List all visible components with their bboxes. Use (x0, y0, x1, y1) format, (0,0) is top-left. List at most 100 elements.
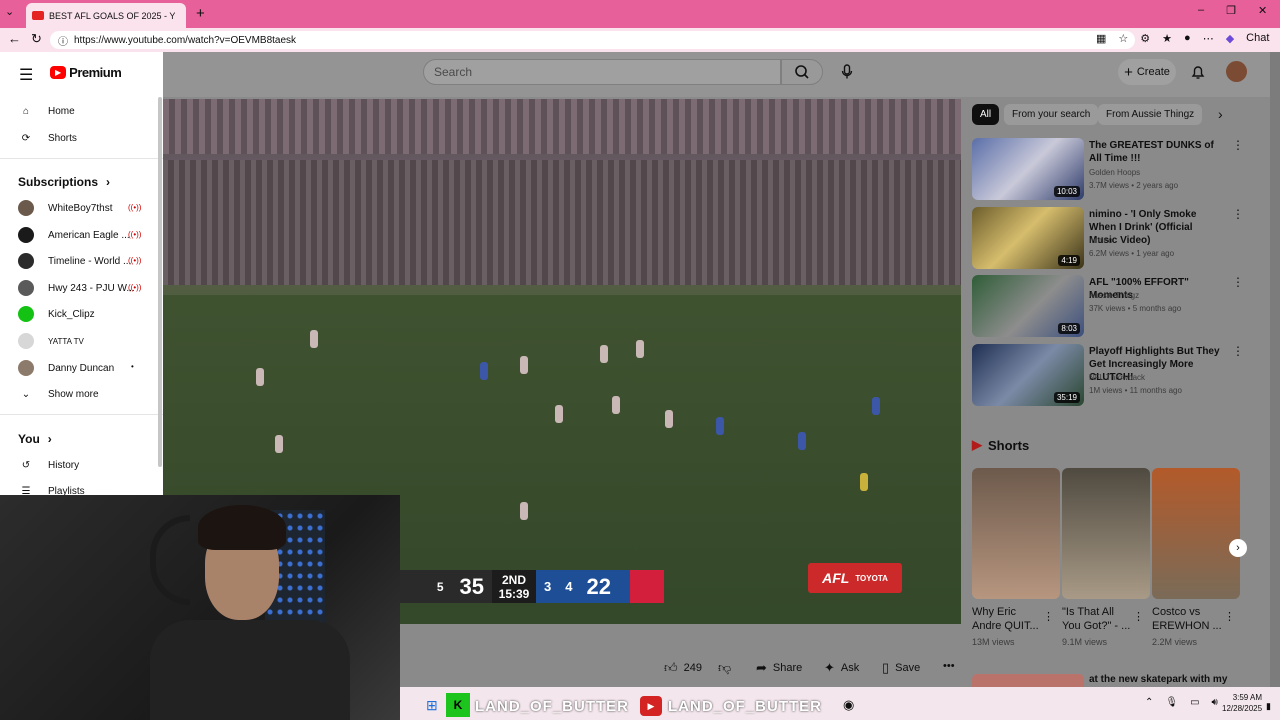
restore-icon[interactable]: ❐ (1226, 4, 1236, 17)
back-icon[interactable]: ← (8, 31, 21, 46)
recommendation-item[interactable]: 4:19 nimino - 'I Only Smoke When I Drink… (972, 207, 1252, 269)
video-crowd-lower (163, 160, 961, 285)
more-vertical-icon[interactable]: ⋮ (1043, 610, 1054, 623)
sidebar-item-channel[interactable]: WhiteBoy7thst (18, 198, 112, 218)
new-tab-icon[interactable]: + (196, 5, 205, 22)
minimize-icon[interactable]: – (1198, 4, 1204, 17)
sidebar-item-label: Shorts (48, 132, 77, 144)
sidebar-item-shorts[interactable]: ⟳ Shorts (18, 128, 77, 148)
live-icon: ((•)) (128, 283, 142, 292)
account-avatar[interactable] (1226, 61, 1247, 82)
streamer-body-image (150, 620, 350, 720)
share-button[interactable]: ➦ Share (756, 660, 802, 676)
video-thumbnail[interactable] (972, 674, 1084, 687)
sidebar-item-channel[interactable]: Hwy 243 - PJU W... (18, 278, 135, 298)
video-title[interactable]: The GREATEST DUNKS of All Time !!! (1089, 139, 1223, 165)
taskbar-clock[interactable]: 3:59 AM 12/28/2025 (1222, 692, 1262, 714)
favorite-icon[interactable]: ☆ (1118, 32, 1128, 45)
short-caption[interactable]: Costco vs EREWHON ... (1152, 605, 1222, 633)
sidebar-item-channel[interactable]: YATTA TV (18, 331, 84, 351)
profile-icon[interactable]: ● (1184, 32, 1191, 45)
more-actions-button[interactable]: ••• (943, 660, 955, 672)
sponsor-logo: TOYOTA (855, 573, 888, 583)
channel-name[interactable]: Golden Hoops (1089, 168, 1140, 177)
extensions-icon[interactable]: ⚙ (1140, 32, 1150, 45)
short-caption[interactable]: "Is That All You Got?" - ... (1062, 605, 1132, 633)
notifications-button[interactable] (1188, 61, 1208, 83)
sidebar-item-home[interactable]: ⌂ Home (18, 101, 75, 121)
browser-tab[interactable]: BEST AFL GOALS OF 2025 - YouTu ✕ (26, 3, 186, 28)
chip-all[interactable]: All (972, 104, 1000, 125)
short-thumbnail[interactable] (972, 468, 1060, 599)
sidebar-scrollbar[interactable] (158, 97, 162, 467)
chip-from-channel[interactable]: From Aussie Thingz (1098, 104, 1203, 125)
sidebar-item-channel[interactable]: Timeline - World ... (18, 251, 131, 271)
shorts-icon: ⟳ (21, 132, 31, 144)
channel-name[interactable]: NFL Throwback (1089, 373, 1145, 382)
chat-label[interactable]: Chat (1246, 32, 1269, 45)
dislike-button[interactable]: 👎︎ (718, 660, 731, 676)
network-icon[interactable]: ▭ (1190, 697, 1199, 708)
collections-icon[interactable]: ★ (1162, 32, 1172, 45)
short-thumbnail[interactable] (1152, 468, 1240, 599)
sidebar-item-history[interactable]: ↺ History (18, 455, 79, 475)
url-field[interactable]: ⓘ https://www.youtube.com/watch?v=OEVMB8… (50, 31, 1135, 49)
sidebar-show-more[interactable]: ⌄ Show more (18, 384, 99, 404)
more-vertical-icon[interactable]: ⋮ (1232, 275, 1244, 289)
volume-icon[interactable]: 🔊︎ (1212, 697, 1218, 708)
voice-search-button[interactable] (833, 59, 861, 85)
reader-icon[interactable]: ▦ (1096, 32, 1106, 45)
like-button[interactable]: 👍︎ 249 (664, 660, 702, 676)
stream-overlay-text: LAND_OF_BUTTER (475, 698, 630, 715)
recommendation-item[interactable]: 35:19 Playoff Highlights But They Get In… (972, 344, 1252, 406)
video-title[interactable]: at the new skatepark with my (1089, 674, 1227, 685)
recommendation-item[interactable]: 10:03 The GREATEST DUNKS of All Time !!!… (972, 138, 1252, 200)
sidebar-item-playlists[interactable]: ☰ Playlists (18, 481, 85, 496)
notifications-tray-icon[interactable]: ▮ (1266, 701, 1271, 712)
more-vertical-icon[interactable]: ⋮ (1224, 610, 1235, 623)
more-vertical-icon[interactable]: ⋮ (1232, 207, 1244, 221)
app-taskbar-icon[interactable]: ◉ (843, 697, 854, 713)
channel-name[interactable]: Aussie Thingz (1089, 291, 1139, 300)
player-figure (636, 340, 644, 358)
chip-from-search[interactable]: From your search (1004, 104, 1099, 125)
more-vertical-icon[interactable]: ⋮ (1232, 138, 1244, 152)
you-header[interactable]: You › (18, 432, 52, 446)
chevron-right-icon[interactable]: › (1218, 106, 1223, 122)
short-thumbnail[interactable] (1062, 468, 1150, 599)
create-button[interactable]: + Create (1118, 59, 1176, 85)
scoreboard-clock: 2ND 15:39 (492, 573, 536, 601)
more-icon[interactable]: ⋯ (1203, 32, 1214, 45)
window-close-icon[interactable]: ✕ (1258, 4, 1267, 17)
chevron-up-icon[interactable]: ⌃ (1145, 697, 1153, 708)
afl-logo: AFL TOYOTA (808, 563, 902, 593)
sidebar-item-channel[interactable]: American Eagle ... (18, 225, 130, 245)
hamburger-menu-icon[interactable]: ☰ (19, 65, 33, 85)
short-views: 2.2M views (1152, 637, 1198, 647)
windows-start-icon[interactable]: ⊞ (426, 697, 438, 714)
sidebar-item-channel[interactable]: Kick_Clipz (18, 304, 95, 324)
copilot-icon[interactable]: ◆ (1226, 32, 1234, 45)
more-vertical-icon[interactable]: ⋮ (1232, 344, 1244, 358)
sidebar-item-label: Playlists (48, 485, 85, 496)
page-scrollbar[interactable] (1270, 52, 1280, 687)
kick-app-icon[interactable]: K (446, 693, 470, 717)
search-button[interactable] (781, 59, 823, 85)
microphone-tray-icon[interactable]: 🎙︎ (1165, 697, 1178, 708)
youtube-logo[interactable]: ▶ Premium (50, 65, 122, 80)
tab-list-icon[interactable]: ⌄ (5, 5, 14, 18)
channel-name[interactable]: nimino (1089, 236, 1113, 245)
save-button[interactable]: ▯ Save (882, 660, 920, 676)
ask-button[interactable]: ✦ Ask (824, 660, 859, 676)
sidebar-item-channel[interactable]: Danny Duncan (18, 358, 114, 378)
recommendation-item[interactable]: 8:03 AFL "100% EFFORT" Moments Aussie Th… (972, 275, 1252, 337)
shorts-next-button[interactable]: › (1229, 539, 1247, 557)
youtube-taskbar-icon[interactable]: ▶ (640, 696, 662, 716)
short-caption[interactable]: Why Eric Andre QUIT... (972, 605, 1042, 633)
video-meta: 1M views • 11 months ago (1089, 386, 1182, 395)
subscriptions-header[interactable]: Subscriptions › (18, 175, 110, 189)
refresh-icon[interactable]: ↻ (31, 31, 42, 47)
site-info-icon[interactable]: ⓘ (58, 33, 68, 48)
more-vertical-icon[interactable]: ⋮ (1133, 610, 1144, 623)
search-input[interactable]: Search (423, 59, 781, 85)
